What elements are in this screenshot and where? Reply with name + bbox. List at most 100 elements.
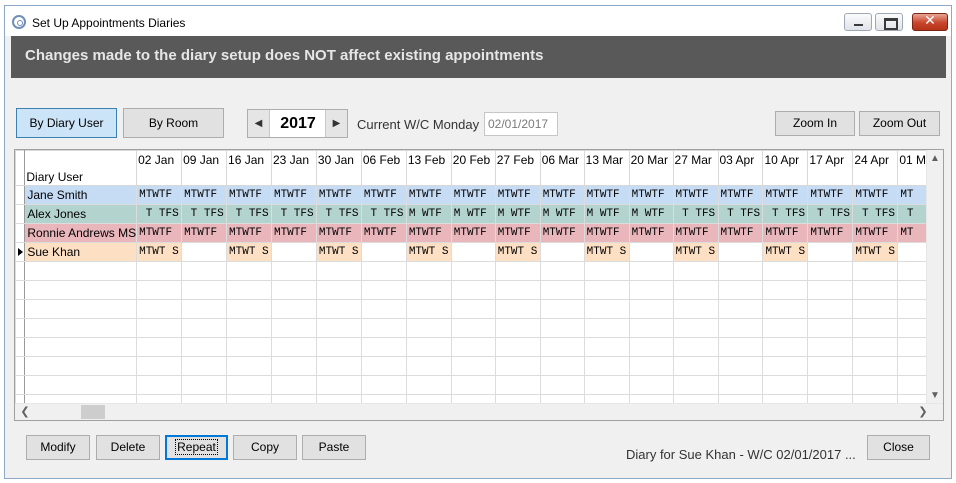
- week-column-header[interactable]: 20 Mar: [628, 150, 674, 186]
- week-column-header[interactable]: 09 Jan: [181, 150, 228, 186]
- diary-user-name[interactable]: Alex Jones: [24, 204, 138, 224]
- week-days-cell[interactable]: MTWTF: [360, 185, 407, 205]
- week-days-cell[interactable]: MTWTF: [807, 185, 854, 205]
- horizontal-scrollbar[interactable]: ❮ ❯: [15, 403, 943, 420]
- week-days-cell[interactable]: [628, 242, 674, 262]
- modify-button[interactable]: Modify: [26, 435, 90, 460]
- week-days-cell[interactable]: MTWT S: [405, 242, 452, 262]
- row-selector[interactable]: [15, 185, 26, 205]
- by-room-button[interactable]: By Room: [123, 108, 224, 138]
- week-column-header[interactable]: 06 Feb: [360, 150, 407, 186]
- diary-user-row[interactable]: Ronnie Andrews MS MTWTF MTWTF MTWTF MTWTF MTW…: [15, 223, 943, 243]
- week-days-cell[interactable]: MTWTF: [717, 185, 764, 205]
- next-year-icon[interactable]: ▶: [325, 110, 347, 137]
- week-days-cell[interactable]: MTWTF: [315, 185, 362, 205]
- week-days-cell[interactable]: T TFS: [226, 204, 272, 224]
- week-days-cell[interactable]: T TFS: [717, 204, 764, 224]
- week-days-cell[interactable]: MTWT S: [672, 242, 719, 262]
- week-days-cell[interactable]: MTWT S: [762, 242, 809, 262]
- week-days-cell[interactable]: T TFS: [672, 204, 719, 224]
- maximize-button[interactable]: [875, 13, 903, 31]
- week-days-cell[interactable]: [181, 242, 228, 262]
- week-days-cell[interactable]: MTWTF: [315, 223, 362, 243]
- week-days-cell[interactable]: MTWTF: [539, 185, 585, 205]
- week-days-cell[interactable]: MTWT S: [583, 242, 630, 262]
- week-days-cell[interactable]: MTWTF: [852, 185, 899, 205]
- week-days-cell[interactable]: M WTF: [450, 204, 496, 224]
- week-days-cell[interactable]: MTWTF: [136, 185, 183, 205]
- week-days-cell[interactable]: T TFS: [136, 204, 183, 224]
- week-days-cell[interactable]: MTWTF: [270, 223, 317, 243]
- scroll-left-icon[interactable]: ❮: [17, 404, 33, 420]
- week-days-cell[interactable]: T TFS: [181, 204, 228, 224]
- week-column-header[interactable]: 20 Feb: [450, 150, 496, 186]
- diary-user-name[interactable]: Ronnie Andrews MS: [24, 223, 138, 243]
- week-days-cell[interactable]: T TFS: [852, 204, 899, 224]
- week-days-cell[interactable]: MTWTF: [405, 223, 452, 243]
- week-column-header[interactable]: 17 Apr: [807, 150, 854, 186]
- by-diary-user-button[interactable]: By Diary User: [16, 108, 117, 138]
- row-selector[interactable]: [15, 223, 26, 243]
- week-days-cell[interactable]: M WTF: [583, 204, 630, 224]
- week-column-header[interactable]: 10 Apr: [762, 150, 809, 186]
- week-days-cell[interactable]: MTWTF: [450, 223, 496, 243]
- week-days-cell[interactable]: MTWTF: [136, 223, 183, 243]
- week-days-cell[interactable]: MTWTF: [717, 223, 764, 243]
- week-days-cell[interactable]: MTWTF: [494, 223, 541, 243]
- week-days-cell[interactable]: MTWT S: [494, 242, 541, 262]
- minimize-button[interactable]: [844, 13, 872, 31]
- week-days-cell[interactable]: MTWT S: [136, 242, 183, 262]
- diary-user-row[interactable]: Alex Jones T TFS T TFS T TFS T TFS T TFS…: [15, 204, 943, 224]
- week-days-cell[interactable]: MTWTF: [762, 185, 809, 205]
- week-days-cell[interactable]: MTWTF: [270, 185, 317, 205]
- week-column-header[interactable]: 06 Mar: [539, 150, 585, 186]
- week-days-cell[interactable]: M WTF: [628, 204, 674, 224]
- week-days-cell[interactable]: MTWTF: [226, 185, 272, 205]
- zoom-out-button[interactable]: Zoom Out: [859, 111, 940, 136]
- scroll-up-icon[interactable]: ▲: [927, 150, 943, 167]
- week-days-cell[interactable]: MTWTF: [181, 185, 228, 205]
- week-column-header[interactable]: 23 Jan: [270, 150, 317, 186]
- week-days-cell[interactable]: [539, 242, 585, 262]
- week-column-header[interactable]: 13 Mar: [583, 150, 630, 186]
- week-column-header[interactable]: 13 Feb: [405, 150, 452, 186]
- delete-button[interactable]: Delete: [96, 435, 160, 460]
- week-days-cell[interactable]: [270, 242, 317, 262]
- week-days-cell[interactable]: [360, 242, 407, 262]
- week-column-header[interactable]: 30 Jan: [315, 150, 362, 186]
- week-days-cell[interactable]: MTWTF: [405, 185, 452, 205]
- week-days-cell[interactable]: M WTF: [494, 204, 541, 224]
- week-column-header[interactable]: 16 Jan: [226, 150, 272, 186]
- week-days-cell[interactable]: T TFS: [315, 204, 362, 224]
- week-days-cell[interactable]: T TFS: [270, 204, 317, 224]
- week-days-cell[interactable]: T TFS: [360, 204, 407, 224]
- zoom-in-button[interactable]: Zoom In: [775, 111, 855, 136]
- week-days-cell[interactable]: MTWTF: [628, 223, 674, 243]
- week-days-cell[interactable]: MTWTF: [583, 223, 630, 243]
- week-column-header[interactable]: 02 Jan: [136, 150, 183, 186]
- close-button[interactable]: Close: [867, 435, 930, 460]
- week-days-cell[interactable]: [807, 242, 854, 262]
- diary-user-row[interactable]: Jane Smith MTWTF MTWTF MTWTF MTWTF MTWTF MTWTF…: [15, 185, 943, 205]
- week-days-cell[interactable]: MTWTF: [583, 185, 630, 205]
- repeat-button[interactable]: Repeat: [165, 435, 228, 460]
- week-days-cell[interactable]: MTWTF: [360, 223, 407, 243]
- week-days-cell[interactable]: MTWTF: [539, 223, 585, 243]
- diary-user-column-header[interactable]: Diary User: [24, 150, 138, 186]
- horizontal-scroll-thumb[interactable]: [81, 405, 105, 419]
- week-days-cell[interactable]: T TFS: [762, 204, 809, 224]
- week-days-cell[interactable]: MTWTF: [628, 185, 674, 205]
- paste-button[interactable]: Paste: [302, 435, 366, 460]
- week-days-cell[interactable]: MTWTF: [852, 223, 899, 243]
- week-days-cell[interactable]: M WTF: [539, 204, 585, 224]
- week-days-cell[interactable]: MTWTF: [807, 223, 854, 243]
- row-selector[interactable]: [15, 204, 26, 224]
- current-wc-input[interactable]: 02/01/2017: [484, 112, 558, 136]
- diary-user-row[interactable]: Sue Khan MTWT S MTWT S MTWT S MTWT S MTWT S MT…: [15, 242, 943, 262]
- vertical-scrollbar[interactable]: ▲ ▼: [926, 150, 943, 404]
- row-selector[interactable]: [15, 242, 26, 262]
- week-days-cell[interactable]: MTWTF: [450, 185, 496, 205]
- scroll-right-icon[interactable]: ❯: [915, 404, 931, 420]
- week-days-cell[interactable]: [717, 242, 764, 262]
- week-days-cell[interactable]: MTWTF: [494, 185, 541, 205]
